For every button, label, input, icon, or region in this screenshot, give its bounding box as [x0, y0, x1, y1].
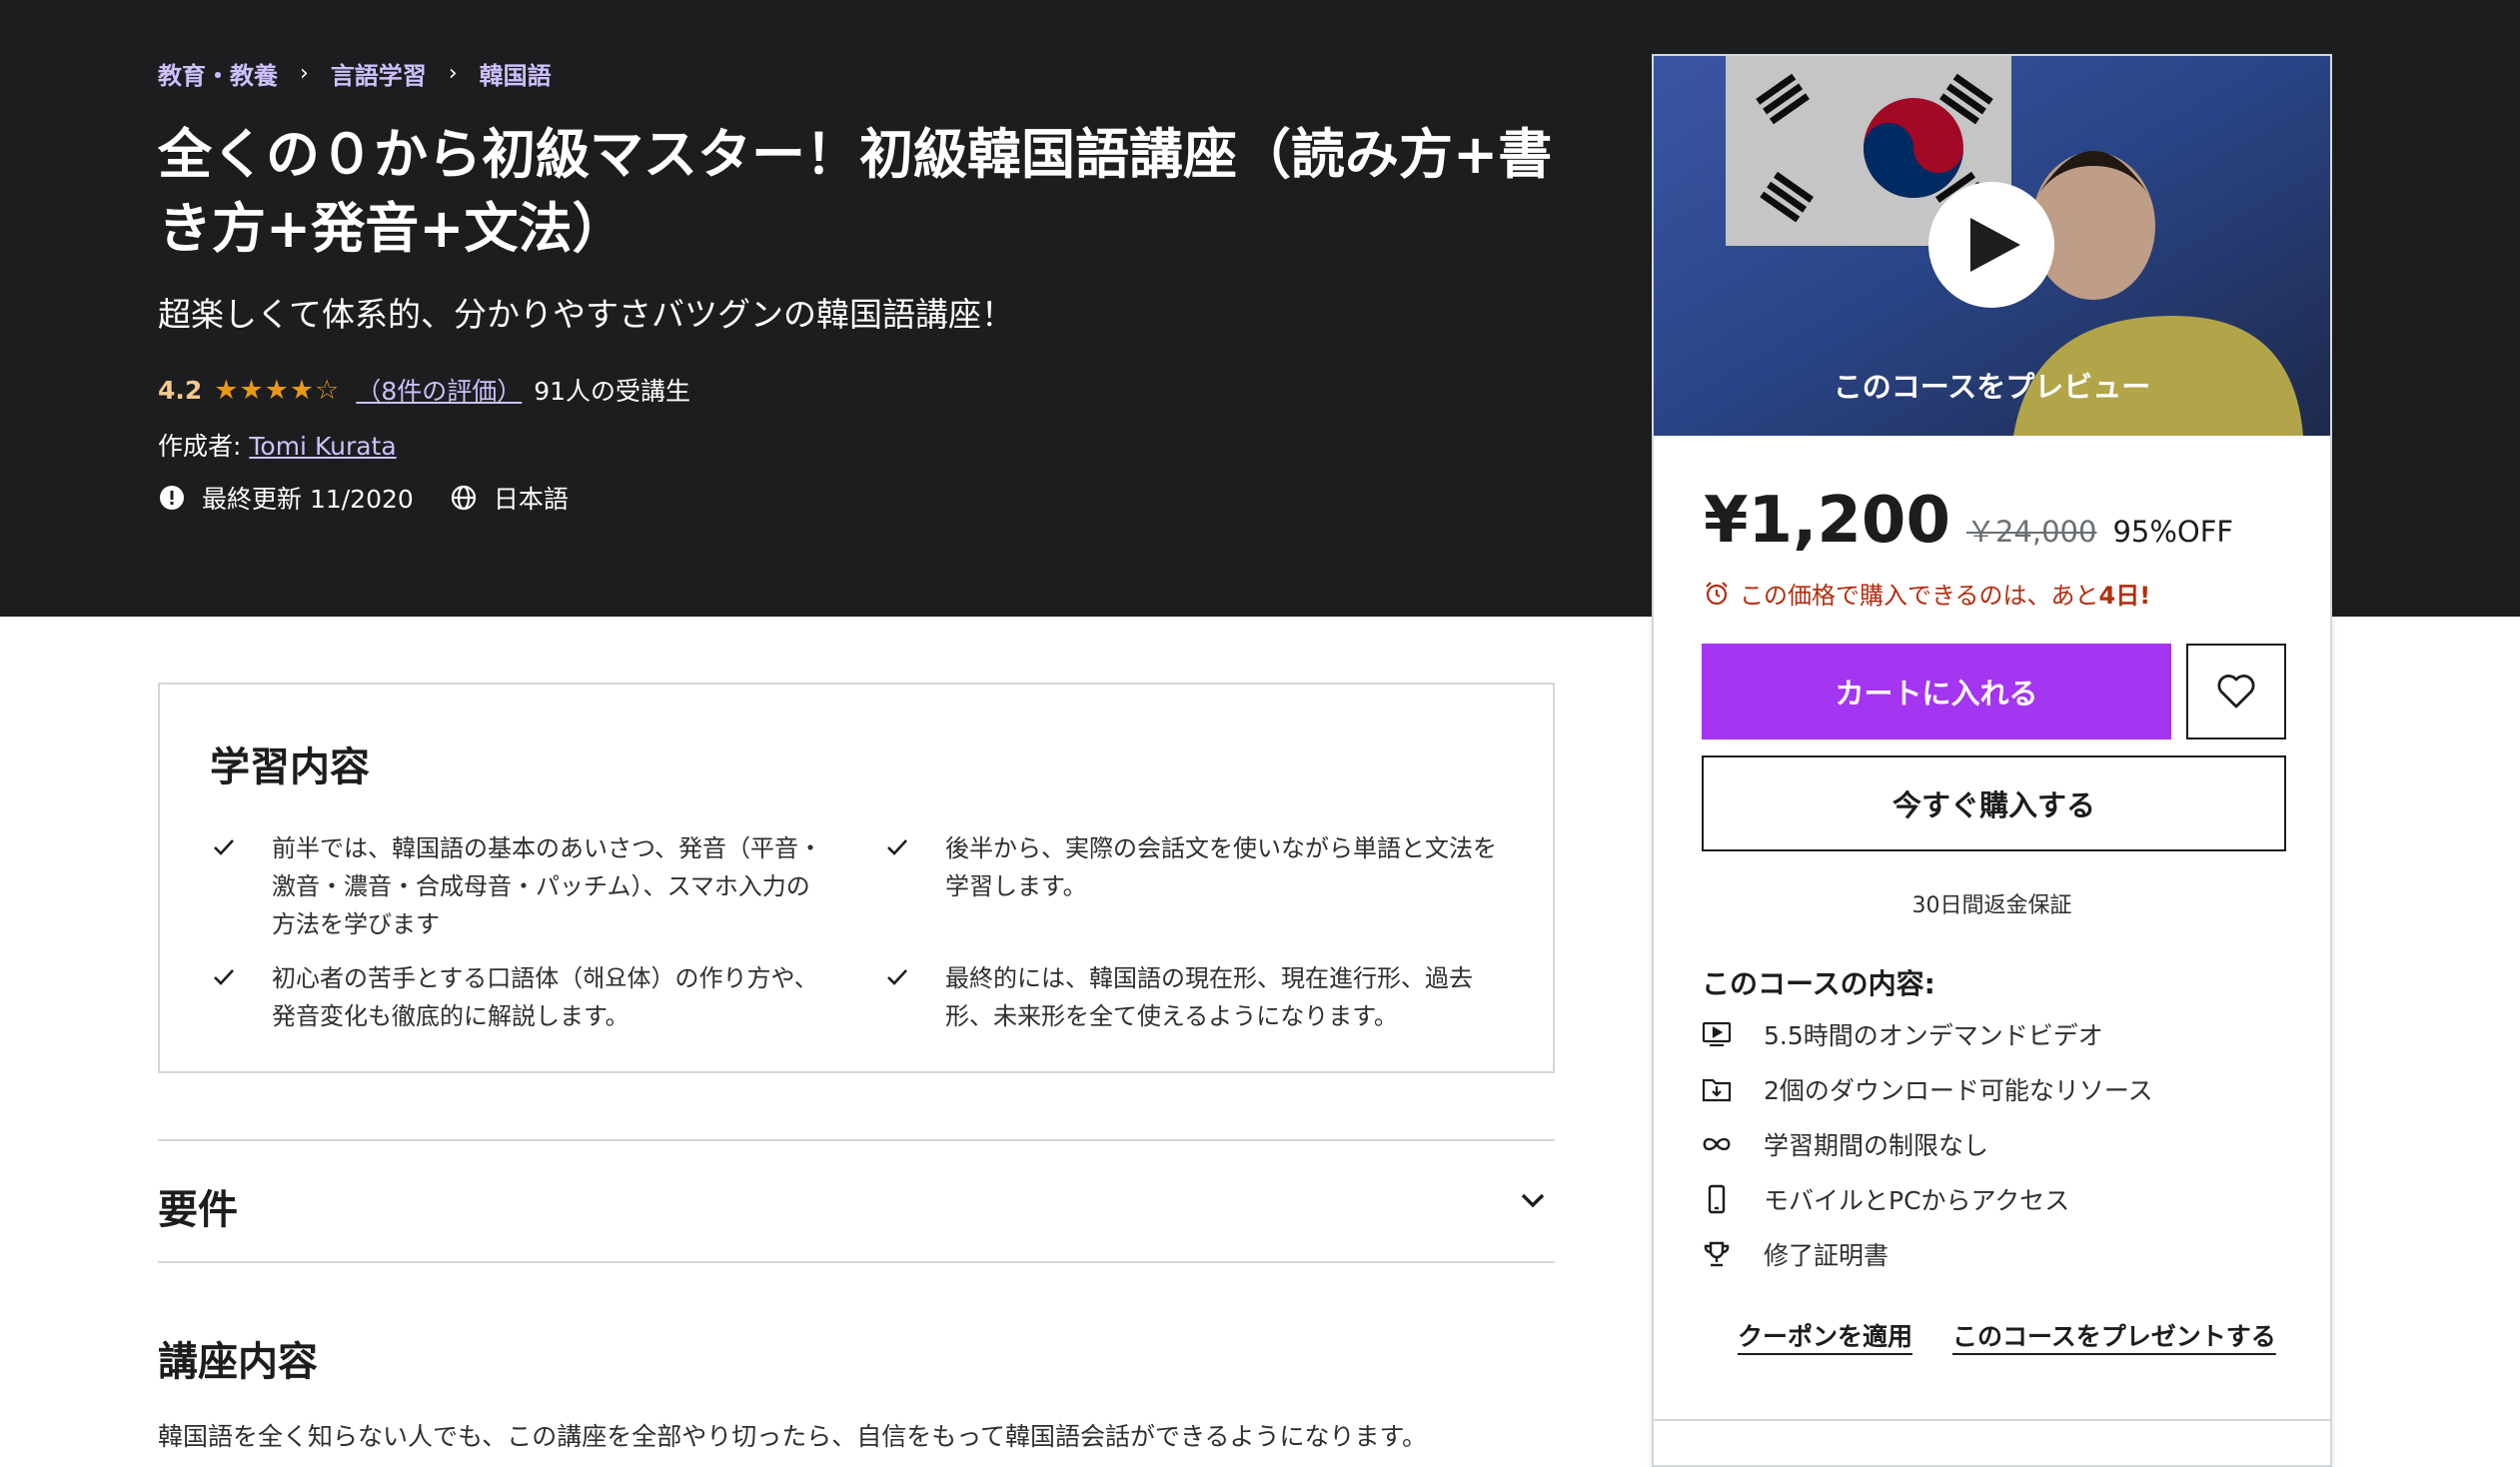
include-item: モバイルとPCからアクセス	[1702, 1181, 2069, 1217]
play-button[interactable]	[1928, 182, 2054, 308]
include-item: 学習期間の制限なし	[1702, 1126, 1988, 1162]
sidebar-links: クーポンを適用 このコースをプレゼントする	[1738, 1317, 2276, 1353]
author-link[interactable]: Tomi Kurata	[249, 432, 396, 461]
includes-title: このコースの内容:	[1702, 967, 1935, 1000]
learn-item-text: 初心者の苦手とする口語体（해요体）の作り方や、発音変化も徹底的に解説します。	[272, 964, 818, 1030]
breadcrumb-item-language[interactable]: 言語学習	[331, 56, 427, 91]
author-prefix: 作成者:	[158, 432, 242, 461]
check-icon	[214, 839, 234, 855]
divider	[158, 1139, 1555, 1141]
chevron-down-icon[interactable]	[1515, 1182, 1551, 1218]
chevron-right-icon: ›	[448, 61, 458, 86]
breadcrumb-item-education[interactable]: 教育・教養	[158, 56, 278, 91]
infinity-icon	[1702, 1129, 1732, 1159]
timer-text: この価格で購入できるのは、あと	[1740, 582, 2099, 610]
check-icon	[887, 969, 907, 985]
include-item-text: 学習期間の制限なし	[1764, 1131, 1989, 1160]
heart-icon	[2217, 675, 2255, 709]
gift-course-link[interactable]: このコースをプレゼントする	[1952, 1317, 2276, 1353]
purchase-sidebar: このコースをプレビュー ¥1,200 ￥24,000 95%OFF この価格で購…	[1652, 54, 2332, 1467]
trophy-icon	[1702, 1239, 1732, 1269]
check-icon	[214, 969, 234, 985]
course-subtitle: 超楽しくて体系的、分かりやすさバツグンの韓国語講座！	[158, 295, 1015, 334]
learn-item-text: 最終的には、韓国語の現在形、現在進行形、過去形、未来形を全て使えるようになります…	[945, 964, 1473, 1030]
course-language: 日本語	[493, 485, 569, 514]
add-to-cart-button[interactable]: カートに入れる	[1702, 644, 2171, 739]
sale-timer: この価格で購入できるのは、あと4日!	[1704, 576, 2150, 611]
include-item: 5.5時間のオンデマンドビデオ	[1702, 1016, 2103, 1052]
learn-item: 初心者の苦手とする口語体（해요体）の作り方や、発音変化も徹底的に解説します。	[214, 959, 831, 1035]
download-icon	[1702, 1074, 1732, 1104]
apply-coupon-link[interactable]: クーポンを適用	[1738, 1317, 1912, 1353]
money-back-guarantee: 30日間返金保証	[1911, 893, 2072, 918]
include-item-text: 修了証明書	[1764, 1241, 1890, 1270]
wishlist-button[interactable]	[2186, 644, 2286, 739]
breadcrumb-item-korean[interactable]: 韓国語	[480, 56, 552, 91]
meta-row: 最終更新 11/2020 日本語	[158, 480, 569, 516]
author-row: 作成者: Tomi Kurata	[158, 427, 397, 463]
learn-item: 後半から、実際の会話文を使いながら単語と文法を学習します。	[887, 829, 1505, 905]
description-title: 講座内容	[158, 1339, 318, 1385]
video-icon	[1702, 1019, 1732, 1049]
breadcrumb: 教育・教養 › 言語学習 › 韓国語	[158, 56, 552, 91]
play-icon	[1970, 218, 2020, 272]
include-item: 修了証明書	[1702, 1236, 1889, 1272]
description-text: 韓国語を全く知らない人でも、この講座を全部やり切ったら、自信をもって韓国語会話が…	[158, 1422, 1428, 1451]
buy-now-button[interactable]: 今すぐ購入する	[1702, 755, 2286, 851]
include-item-text: モバイルとPCからアクセス	[1764, 1186, 2070, 1215]
include-item: 2個のダウンロード可能なリソース	[1702, 1071, 2153, 1107]
learn-item: 前半では、韓国語の基本のあいさつ、発音（平音・激音・濃音・合成母音・パッチム）、…	[214, 829, 831, 943]
globe-icon	[450, 484, 478, 512]
divider	[158, 1261, 1555, 1263]
mobile-icon	[1702, 1184, 1732, 1214]
chevron-right-icon: ›	[300, 61, 309, 86]
preview-label: このコースをプレビュー	[1833, 370, 2151, 404]
divider	[1654, 1419, 2330, 1421]
rating-row: 4.2 ★★★★☆ （8件の評価） 91人の受講生	[158, 372, 690, 408]
requirements-title[interactable]: 要件	[158, 1177, 238, 1235]
current-price: ¥1,200	[1704, 484, 1950, 558]
rating-value: 4.2	[158, 375, 203, 405]
course-title: 全くの０から初級マスター！初級韓国語講座（読み方+書き方+発音+文法）	[158, 123, 1553, 260]
learn-item-text: 後半から、実際の会話文を使いながら単語と文法を学習します。	[945, 834, 1497, 900]
learn-item-text: 前半では、韓国語の基本のあいさつ、発音（平音・激音・濃音・合成母音・パッチム）、…	[272, 834, 823, 938]
what-you-will-learn: 学習内容 前半では、韓国語の基本のあいさつ、発音（平音・激音・濃音・合成母音・パ…	[158, 683, 1555, 1073]
star-rating-icon: ★★★★☆	[214, 374, 341, 406]
course-preview[interactable]: このコースをプレビュー	[1654, 56, 2330, 436]
price-block: ¥1,200 ￥24,000 95%OFF	[1704, 484, 2233, 558]
last-updated: 最終更新 11/2020	[202, 485, 414, 514]
discount-percent: 95%OFF	[2112, 515, 2234, 549]
include-item-text: 5.5時間のオンデマンドビデオ	[1764, 1021, 2103, 1050]
timer-days: 4日!	[2098, 582, 2151, 610]
check-icon	[887, 839, 907, 855]
alarm-clock-icon	[1706, 581, 1728, 605]
reviews-link[interactable]: （8件の評価）	[356, 372, 522, 408]
learn-item: 最終的には、韓国語の現在形、現在進行形、過去形、未来形を全て使えるようになります…	[887, 959, 1505, 1035]
alert-badge-icon	[158, 484, 186, 512]
include-item-text: 2個のダウンロード可能なリソース	[1764, 1076, 2153, 1105]
student-count: 91人の受講生	[534, 377, 691, 406]
original-price: ￥24,000	[1965, 515, 2097, 549]
learn-title: 学習内容	[210, 744, 370, 790]
